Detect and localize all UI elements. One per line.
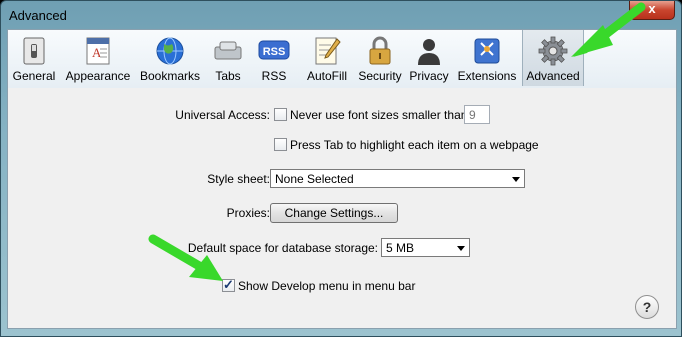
- annotation-arrows: [148, 2, 646, 281]
- arrow-to-develop-checkbox: [148, 234, 223, 281]
- preferences-window: Advanced x General A Appearance Bookmark…: [0, 0, 682, 337]
- arrow-to-advanced: [571, 2, 646, 57]
